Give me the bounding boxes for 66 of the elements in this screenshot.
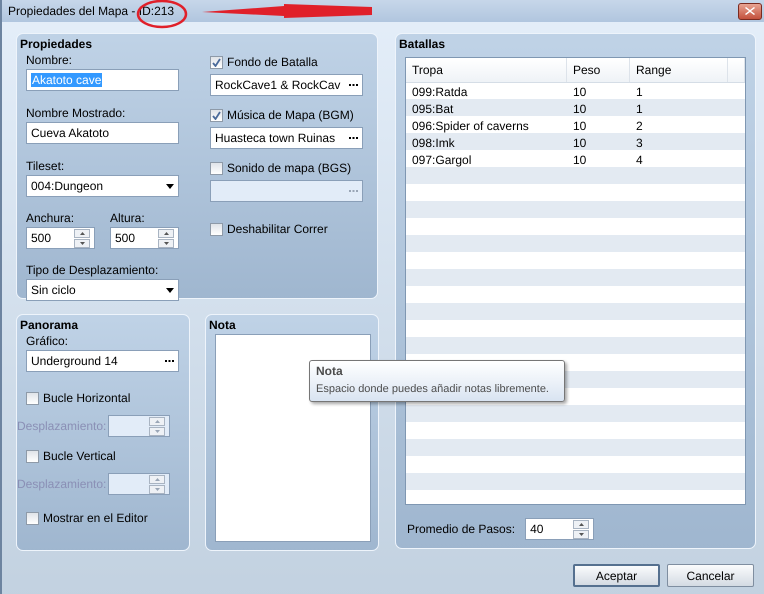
checkbox-label: Sonido de mapa (BGS) [227, 161, 352, 175]
table-cell-text: 099:Ratda [411, 84, 468, 100]
dropdown-arrow-icon [166, 288, 174, 292]
checkbox[interactable] [26, 512, 39, 524]
field-label: Anchura: [26, 211, 76, 225]
spin-buttons[interactable] [573, 520, 590, 538]
graphic-picker-field[interactable]: Underground 14 [26, 350, 179, 372]
column-header[interactable]: Peso [567, 58, 630, 82]
tooltip-title: Nota [316, 364, 344, 378]
table-cell-text: 2 [635, 118, 644, 134]
field-label: Nombre Mostrado: [26, 106, 126, 120]
table-cell-text: 10 [572, 84, 588, 100]
spin-buttons[interactable] [158, 228, 174, 248]
field-label: Altura: [110, 211, 146, 225]
panel-title: Panorama [20, 318, 80, 332]
column-header[interactable]: Tropa [406, 58, 567, 82]
checkbox-label: Música de Mapa (BGM) [227, 108, 354, 122]
field-label: Gráfico: [26, 334, 70, 348]
tooltip-text: Espacio donde puedes añadir notas libremente. [316, 383, 550, 395]
table-cell-text: 097:Gargol [411, 152, 472, 168]
table-cell-text: 10 [572, 134, 588, 151]
checkbox[interactable] [210, 108, 223, 122]
tileset-dropdown[interactable]: 004:Dungeon [26, 175, 179, 197]
check-icon [212, 58, 221, 66]
panel-title: Batallas [399, 37, 446, 51]
checkbox-label: Bucle Horizontal [43, 391, 130, 405]
table-cell-text: 10 [572, 100, 588, 117]
window-title: Propiedades del Mapa - ID:213 [8, 4, 174, 18]
table-cell-text: 4 [635, 152, 644, 168]
table-cell-text: 10 [572, 152, 588, 168]
table-cell-text: 1 [635, 100, 644, 117]
number-spinner[interactable]: 500 [26, 227, 95, 249]
checkbox-label: Deshabilitar Correr [227, 222, 328, 236]
panel-title: Nota [209, 318, 237, 332]
picker-field[interactable]: Huasteca town Ruinas [210, 127, 363, 149]
column-header[interactable]: Range [630, 58, 728, 82]
checkbox-label: Fondo de Batalla [227, 55, 318, 69]
offset-spinner[interactable] [108, 415, 170, 437]
checkbox[interactable] [210, 56, 223, 68]
field-label: Tipo de Desplazamiento: [26, 263, 160, 277]
table-cell-text: 10 [572, 118, 588, 134]
close-icon [745, 7, 755, 15]
dialog-button[interactable]: Cancelar [667, 564, 754, 587]
offset-spinner[interactable] [108, 473, 170, 495]
table-cell-text: 098:Imk [411, 134, 456, 151]
number-spinner[interactable]: 500 [110, 227, 179, 249]
table-cell-text: 095:Bat [411, 100, 454, 117]
table-cell-text: 1 [635, 84, 644, 100]
steps-spinner[interactable]: 40 [525, 518, 594, 540]
dropdown-arrow-icon [166, 184, 174, 188]
field-label: Nombre: [26, 53, 74, 67]
field-label: Promedio de Pasos: [407, 522, 516, 536]
checkbox[interactable] [210, 222, 223, 236]
field-label: Tileset: [26, 159, 66, 173]
display-name-field[interactable]: Cueva Akatoto [26, 122, 179, 144]
dialog-button[interactable]: Aceptar [573, 564, 660, 587]
close-button[interactable] [738, 2, 762, 20]
panel-title: Propiedades [20, 37, 94, 51]
spin-buttons[interactable] [74, 228, 90, 248]
table-cell-text: 3 [635, 134, 644, 151]
check-icon [212, 110, 221, 120]
table-cell-text: 096:Spider of caverns [411, 118, 530, 134]
checkbox-label: Bucle Vertical [43, 449, 116, 463]
checkbox-label: Mostrar en el Editor [43, 511, 148, 525]
scroll-type-dropdown[interactable]: Sin ciclo [26, 279, 179, 301]
picker-field[interactable]: RockCave1 & RockCav [210, 74, 363, 96]
